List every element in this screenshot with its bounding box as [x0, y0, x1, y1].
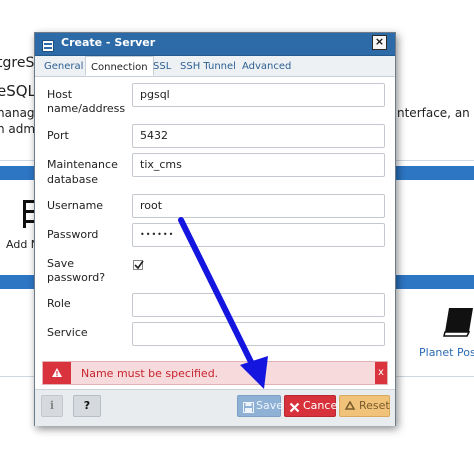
bg-text-1: tgreS: [0, 55, 35, 71]
maintenance-label-line2: database: [47, 173, 98, 186]
host-label-line2: name/address: [47, 102, 126, 115]
maintenance-db-input[interactable]: tix_cms: [132, 153, 385, 177]
maintenance-label-line1: Maintenance: [47, 158, 118, 171]
tab-ssh-tunnel[interactable]: SSH Tunnel: [180, 61, 236, 72]
save-password-label-line2: password?: [47, 271, 106, 284]
dialog-titlebar[interactable]: Create - Server ×: [35, 33, 395, 56]
save-password-checkbox[interactable]: [133, 260, 144, 270]
bg-text-4: n admi: [0, 122, 39, 136]
reset-button-label: Reset: [359, 399, 390, 412]
create-server-dialog: Create - Server × General Connection SSL…: [34, 32, 396, 426]
planet-postgres-link[interactable]: Planet Postg: [419, 346, 474, 359]
x-icon: [289, 400, 300, 420]
save-password-label-line1: Save: [47, 257, 75, 270]
password-input[interactable]: ••••••: [132, 223, 385, 247]
tab-ssl[interactable]: SSL: [153, 61, 171, 72]
service-input[interactable]: [132, 322, 385, 346]
save-button-label: Save: [256, 399, 284, 412]
tab-general[interactable]: General: [44, 61, 83, 72]
tab-advanced[interactable]: Advanced: [242, 61, 291, 72]
username-input[interactable]: root: [132, 194, 385, 218]
recycle-icon: [344, 400, 356, 420]
warning-icon: [43, 362, 71, 384]
save-button[interactable]: Save: [237, 395, 284, 420]
dialog-title: Create - Server: [61, 36, 156, 49]
error-close-button[interactable]: x: [375, 362, 387, 384]
host-input[interactable]: pgsql: [132, 83, 385, 107]
info-button[interactable]: i: [41, 395, 63, 417]
server-icon: [42, 37, 54, 52]
password-label: Password: [47, 228, 99, 241]
dialog-footer: i ? Save Cancel Reset: [35, 389, 395, 426]
bg-text-2: eSQL: [0, 82, 36, 100]
username-label: Username: [47, 199, 104, 212]
cancel-button[interactable]: Cancel: [284, 395, 340, 420]
role-label: Role: [47, 297, 71, 310]
port-label: Port: [47, 129, 69, 142]
checkmark-icon: [134, 260, 144, 270]
error-alert: Name must be specified. x: [42, 361, 388, 385]
tab-connection[interactable]: Connection: [85, 56, 154, 76]
floppy-icon: [243, 400, 254, 420]
service-label: Service: [47, 326, 88, 339]
error-message: Name must be specified.: [81, 367, 219, 380]
port-input[interactable]: 5432: [132, 124, 385, 148]
cancel-button-label: Cancel: [303, 399, 341, 412]
bg-text-5: nterface, an SQL: [397, 106, 474, 120]
close-button[interactable]: ×: [372, 35, 387, 50]
dialog-tabs: General Connection SSL SSH Tunnel Advanc…: [35, 56, 395, 77]
host-label-line1: Host: [47, 88, 73, 101]
help-button[interactable]: ?: [73, 395, 101, 417]
reset-button[interactable]: Reset: [339, 395, 390, 417]
role-input[interactable]: [132, 293, 385, 317]
book-icon: [443, 306, 474, 342]
